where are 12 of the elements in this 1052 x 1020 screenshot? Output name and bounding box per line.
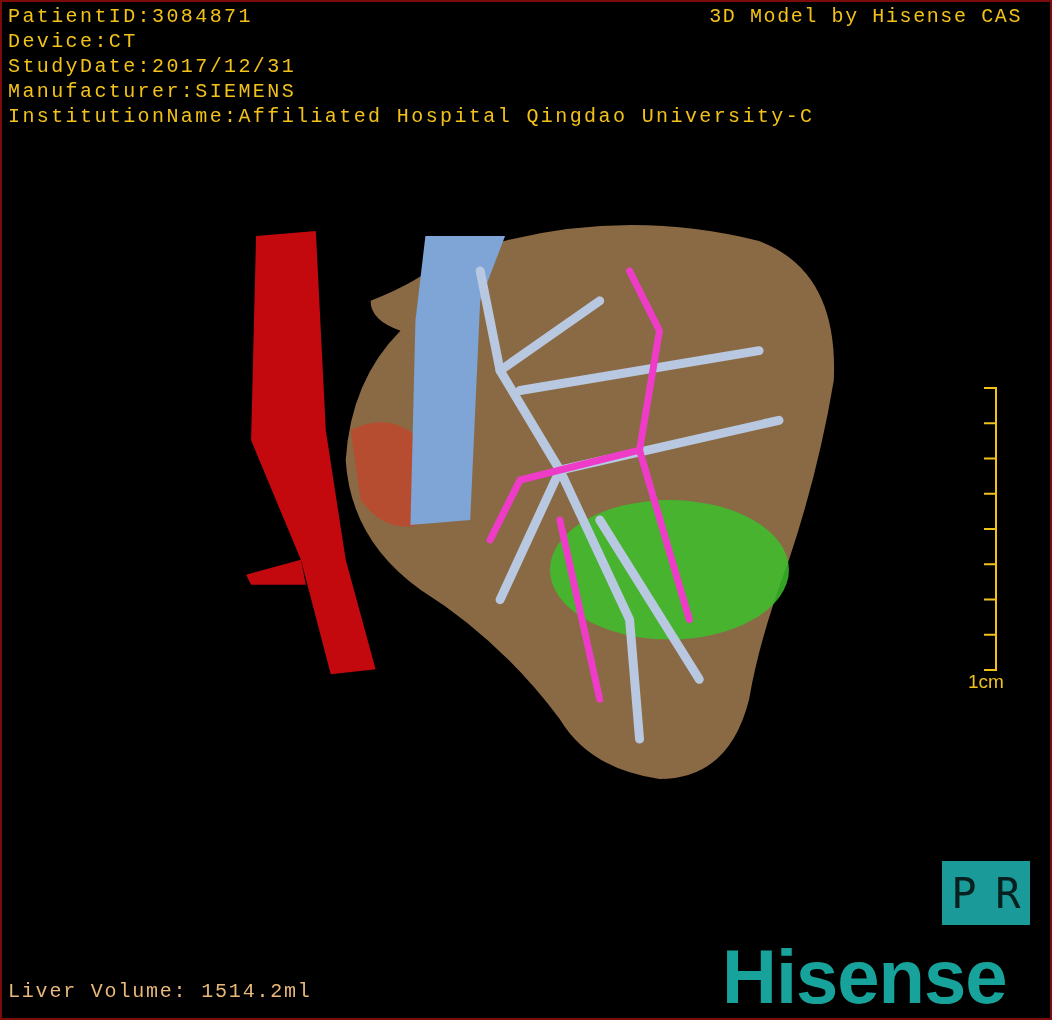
patient-info-text: InstitutionName:Affiliated Hospital Qingdao University-C: [8, 104, 815, 129]
scale-label: 1cm: [968, 671, 1004, 693]
scale-bar-icon: [983, 387, 998, 671]
orientation-letter: P: [950, 867, 978, 920]
patient-info-text: Manufacturer:SIEMENS: [8, 79, 297, 104]
credit-text: 3D Model by Hisense CAS: [709, 4, 1022, 29]
patient-info-text: Device:CT: [8, 29, 138, 54]
brand-logo: Hisense: [722, 933, 1007, 1018]
liver-volume-text: Liver Volume: 1514.2ml: [8, 980, 312, 1003]
patient-info-text: StudyDate:2017/12/31: [8, 54, 297, 79]
orientation-letter: R: [994, 867, 1022, 920]
patient-info-text: PatientID:3084871: [8, 4, 253, 29]
